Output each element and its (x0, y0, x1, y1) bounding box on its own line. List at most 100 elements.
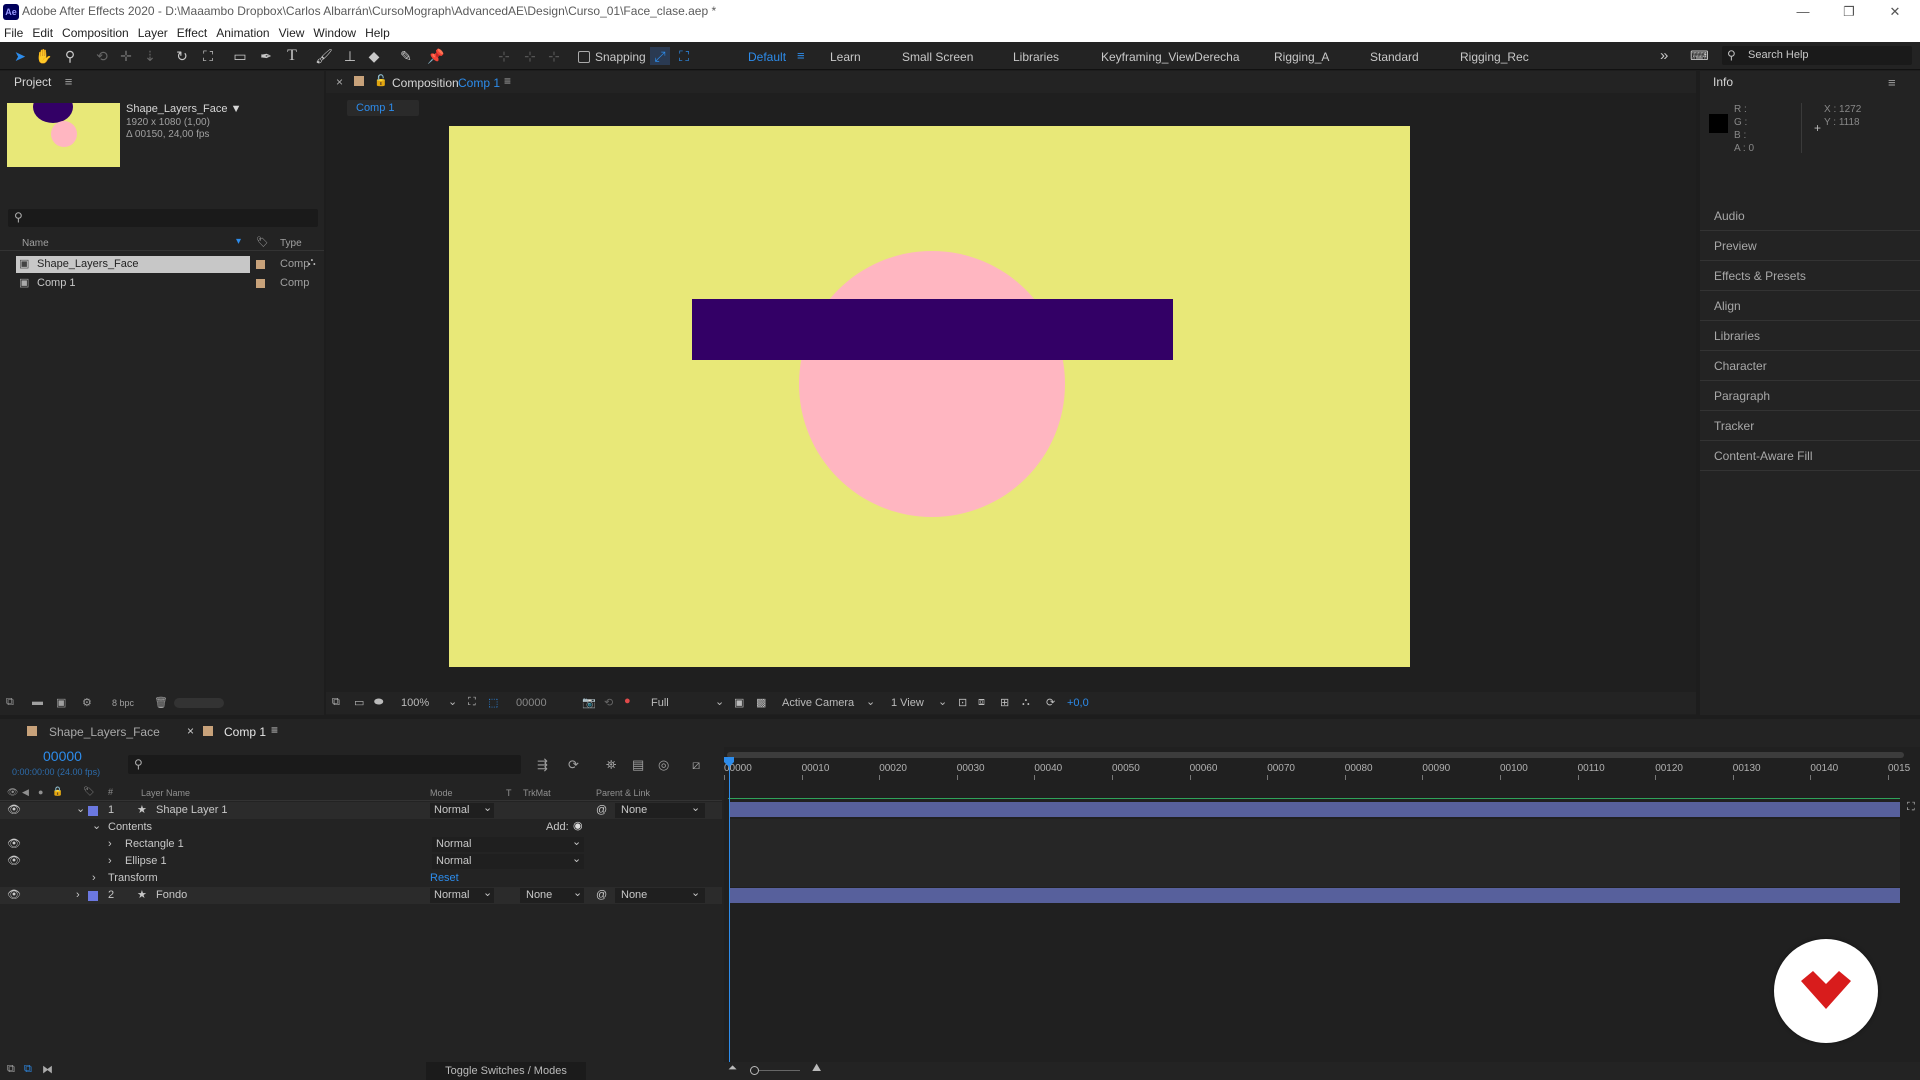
toggle-mask-icon[interactable]: ⬚ (488, 696, 498, 709)
timeline-search-input[interactable]: ⚲ (128, 755, 521, 774)
resolution-dropdown[interactable]: Full (651, 697, 669, 709)
layer-row-2[interactable]: 👁 › 2 ★ Fondo Normal ⌄ None ⌄ @ None ⌄ (0, 887, 722, 904)
blend-mode-dropdown[interactable]: Normal ⌄ (432, 853, 584, 869)
col-type-header[interactable]: Type (280, 238, 302, 249)
rotation-tool-icon[interactable]: ↻ (172, 47, 192, 65)
orbit-camera-icon[interactable]: ⟲ (92, 47, 112, 65)
toggle-switches-modes[interactable]: Toggle Switches / Modes (426, 1062, 586, 1080)
pick-whip-icon[interactable]: @ (596, 887, 607, 904)
minimize-icon[interactable]: — (1780, 2, 1826, 22)
pan-camera-icon[interactable]: ✛ (116, 47, 136, 65)
flowchart-icon[interactable]: ⛬ (1022, 696, 1030, 709)
col-layer-name[interactable]: Layer Name (141, 788, 190, 798)
hand-tool-icon[interactable]: ✋ (34, 47, 54, 65)
ellipse-shape[interactable] (799, 251, 1065, 517)
menu-effect[interactable]: Effect (173, 24, 212, 40)
project-settings-icon[interactable]: ⚙ (82, 696, 92, 709)
transparency-grid-icon[interactable]: ▩ (756, 696, 766, 709)
workspace-libraries[interactable]: Libraries (1013, 50, 1059, 64)
draft-3d-icon[interactable]: ⟳ (568, 757, 579, 773)
close-icon[interactable]: ✕ (1872, 2, 1918, 22)
eye-icon[interactable]: 👁 (7, 836, 21, 853)
transform-row[interactable]: › Transform Reset (0, 870, 722, 887)
layer-row-1[interactable]: 👁 ⌄ 1 ★ Shape Layer 1 Normal ⌄ @ None ⌄ (0, 802, 722, 819)
label-color-swatch[interactable] (256, 279, 265, 288)
project-item-row[interactable]: ▣ Comp 1 Comp (0, 275, 324, 292)
rectangle-shape[interactable] (692, 299, 1173, 360)
panel-preview[interactable]: Preview (1700, 231, 1920, 261)
workspace-standard[interactable]: Standard (1370, 50, 1419, 64)
panel-menu-icon[interactable]: ≡ (504, 74, 511, 88)
snap-edges-icon[interactable]: ⤢ (650, 47, 670, 65)
in-out-icon[interactable]: ⧓ (42, 1063, 53, 1076)
panel-menu-icon[interactable]: ≡ (65, 74, 73, 89)
local-axis-icon[interactable]: ⊹ (494, 47, 514, 65)
lock-icon[interactable]: 🔓 (374, 74, 388, 87)
clone-stamp-icon[interactable]: ⊥ (340, 47, 360, 65)
panel-tracker[interactable]: Tracker (1700, 411, 1920, 441)
roto-brush-icon[interactable]: ✎ (396, 47, 416, 65)
workspace-rigging-a[interactable]: Rigging_A (1274, 50, 1329, 64)
panel-content-aware-fill[interactable]: Content-Aware Fill (1700, 441, 1920, 471)
project-panel-title[interactable]: Project (14, 75, 51, 89)
parent-dropdown[interactable]: None ⌄ (615, 802, 705, 818)
project-item-row[interactable]: ▣ Shape_Layers_Face Comp ⛬ (0, 256, 324, 273)
sort-chevron-icon[interactable]: ▾ (236, 236, 241, 247)
timeline-icon[interactable]: ⊞ (1000, 696, 1009, 709)
workspace-default[interactable]: Default (748, 50, 786, 64)
current-time-indicator[interactable] (729, 760, 730, 1080)
mode-dropdown[interactable]: Normal ⌄ (430, 802, 494, 818)
pen-tool-icon[interactable]: ✒ (256, 47, 276, 65)
workspace-menu-icon[interactable]: ≡ (797, 48, 805, 63)
reset-link[interactable]: Reset (430, 870, 459, 887)
snap-features-icon[interactable]: ⛶ (674, 47, 694, 65)
hide-shy-layers-icon[interactable]: ⛯ (606, 757, 616, 773)
ellipse-row[interactable]: 👁 › Ellipse 1 Normal ⌄ (0, 853, 722, 870)
eye-icon[interactable]: 👁 (7, 853, 21, 870)
transfer-controls-icon[interactable]: ⧉ (24, 1063, 32, 1076)
panel-paragraph[interactable]: Paragraph (1700, 381, 1920, 411)
camera-dropdown[interactable]: Active Camera (782, 697, 854, 709)
mode-dropdown[interactable]: Normal ⌄ (430, 887, 494, 903)
new-composition-icon[interactable]: ▣ (56, 696, 66, 709)
label-tag-icon[interactable]: 🏷 (83, 786, 94, 797)
panel-effects-presets[interactable]: Effects & Presets (1700, 261, 1920, 291)
info-panel-title[interactable]: Info (1713, 75, 1733, 89)
reset-exposure-icon[interactable]: ⟳ (1046, 696, 1055, 709)
frame-blending-icon[interactable]: ▤ (632, 757, 644, 773)
eraser-tool-icon[interactable]: ◆ (364, 47, 384, 65)
blend-mode-dropdown[interactable]: Normal ⌄ (432, 836, 584, 852)
transform-name[interactable]: Transform (108, 870, 158, 887)
layer-2-duration-bar[interactable] (730, 888, 1900, 903)
contents-row[interactable]: ⌄ Contents Add: ◉ (0, 819, 722, 836)
trkmat-dropdown[interactable]: None ⌄ (520, 887, 584, 903)
zoom-out-icon[interactable]: ⏶ (728, 1062, 737, 1075)
comp-flowchart-tab[interactable]: Comp 1 (347, 100, 419, 116)
viewer-timecode[interactable]: 00000 (516, 697, 547, 709)
bpc-label[interactable]: 8 bpc (112, 698, 134, 708)
parent-dropdown[interactable]: None ⌄ (615, 887, 705, 903)
close-tab-icon[interactable]: × (336, 75, 343, 89)
thumbnail-slider[interactable] (174, 698, 224, 708)
channels-icon[interactable]: ● (624, 695, 631, 707)
rectangle-row[interactable]: 👁 › Rectangle 1 Normal ⌄ (0, 836, 722, 853)
exposure-value[interactable]: +0,0 (1067, 697, 1089, 709)
search-help-field[interactable]: ⚲ Search Help (1722, 46, 1912, 65)
current-timecode[interactable]: 00000 (43, 748, 82, 764)
view-layout-dropdown[interactable]: 1 View (891, 697, 924, 709)
panel-audio[interactable]: Audio (1700, 201, 1920, 231)
show-snapshot-icon[interactable]: ⟲ (604, 696, 613, 709)
project-item-name[interactable]: Shape_Layers_Face ▼ (126, 103, 241, 115)
zoom-dropdown[interactable]: 100% (401, 697, 429, 709)
world-axis-icon[interactable]: ⊹ (520, 47, 540, 65)
time-graph[interactable]: 00000 00010 00020 00030 00040 00050 00060 00070… (724, 747, 1920, 1080)
eye-icon[interactable]: 👁 (7, 787, 18, 798)
layer-name[interactable]: Fondo (156, 887, 187, 904)
pick-whip-icon[interactable]: @ (596, 802, 607, 819)
view-axis-icon[interactable]: ⊹ (544, 47, 564, 65)
rectangle-name[interactable]: Rectangle 1 (125, 836, 184, 853)
vr-icon[interactable]: ⬬ (374, 696, 383, 709)
workspace-keyframing[interactable]: Keyframing_ViewDerecha (1101, 50, 1240, 64)
layer-name[interactable]: Shape Layer 1 (156, 802, 228, 819)
chevron-right-icon[interactable]: › (108, 836, 112, 853)
